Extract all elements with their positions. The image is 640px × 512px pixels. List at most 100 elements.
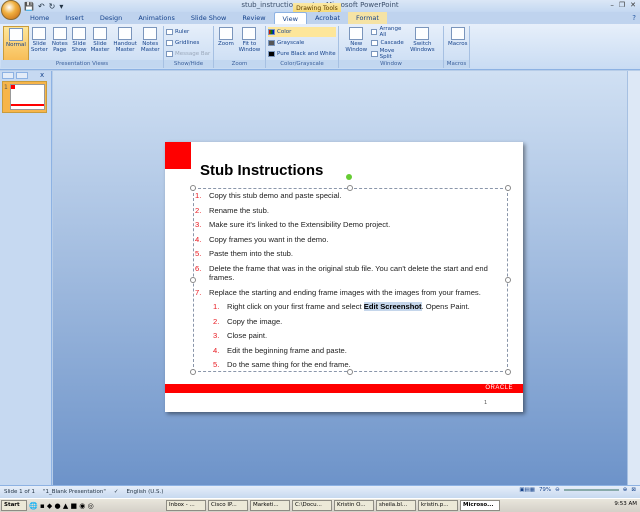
tab-design[interactable]: Design	[92, 12, 130, 24]
tab-animations[interactable]: Animations	[130, 12, 183, 24]
slide-title[interactable]: Stub Instructions	[200, 162, 323, 179]
list-text: Right click on your first frame and sele…	[227, 302, 470, 312]
slides-tab[interactable]	[2, 72, 14, 79]
spellcheck-icon[interactable]: ✓	[114, 489, 119, 495]
help-icon[interactable]: ?	[632, 14, 636, 22]
taskbar-item[interactable]: C:\Docu...	[292, 500, 332, 511]
label: Color	[277, 29, 292, 35]
group-window: New Window Arrange All Cascade Move Spli…	[339, 26, 444, 68]
list-number: 2.	[195, 205, 202, 215]
list-text: Make sure it's linked to the Extensibili…	[209, 220, 391, 229]
taskbar-item[interactable]: sheila.bl...	[376, 500, 416, 511]
tab-acrobat[interactable]: Acrobat	[307, 12, 348, 24]
taskbar-item[interactable]: Cisco IP...	[208, 500, 248, 511]
notes-page-icon	[52, 27, 67, 40]
zoom-slider[interactable]	[563, 489, 619, 491]
group-color-grayscale: Color Grayscale Pure Black and White Col…	[266, 26, 339, 68]
restore-button[interactable]: ❐	[619, 1, 625, 9]
group-show-hide: Ruler Gridlines Message Bar Show/Hide	[164, 26, 214, 68]
sub-list-item: 5. Do the same thing for the end frame.	[195, 360, 510, 370]
new-window-icon	[349, 27, 364, 40]
slides-pane	[0, 71, 52, 485]
pure-black-white-button[interactable]: Pure Black and White	[268, 49, 336, 59]
taskbar-item[interactable]: Marketi...	[250, 500, 290, 511]
list-number: 5.	[213, 360, 220, 369]
zoom-level[interactable]: 79%	[539, 487, 551, 493]
rotation-handle[interactable]	[346, 174, 352, 180]
label: Fit to Window	[238, 41, 261, 53]
list-text: Close paint.	[227, 331, 268, 340]
list-text: Copy this stub demo and paste special.	[209, 191, 342, 200]
grayscale-button[interactable]: Grayscale	[268, 38, 336, 48]
ribbon-tabs: Home Insert Design Animations Slide Show…	[0, 12, 640, 24]
fit-slide-button[interactable]: ⊠	[631, 487, 636, 493]
tab-review[interactable]: Review	[234, 12, 273, 24]
list-item: 3. Make sure it's linked to the Extensibi…	[195, 220, 510, 230]
cascade-button[interactable]: Cascade	[371, 38, 404, 48]
slide-count: Slide 1 of 1	[4, 489, 35, 495]
outline-tab[interactable]	[16, 72, 28, 79]
minimize-button[interactable]: –	[610, 1, 614, 9]
checkbox-icon	[166, 51, 173, 57]
group-label: Macros	[444, 60, 469, 68]
taskbar-item-active[interactable]: Microso...	[460, 500, 500, 511]
ribbon: Normal Slide Sorter Notes Page Slide Sho…	[0, 24, 640, 70]
arrange-all-button[interactable]: Arrange All	[371, 26, 403, 38]
list-text: Copy frames you want in the demo.	[209, 234, 329, 244]
list-text: Replace the starting and ending frame im…	[209, 287, 481, 297]
taskbar-item[interactable]: Kristin O...	[334, 500, 374, 511]
tab-slide-show[interactable]: Slide Show	[183, 12, 234, 24]
slide-sorter-icon	[32, 27, 47, 40]
tab-insert[interactable]: Insert	[57, 12, 92, 24]
black-white-icon	[268, 51, 275, 57]
list-text: Paste them into the stub.	[209, 249, 294, 258]
zoom-in-button[interactable]: ⊕	[623, 487, 628, 493]
quick-launch[interactable]: 🌐 ▪ ◆ ● ▲ ■ ◉ ◎	[29, 502, 164, 510]
footer-red-bar	[165, 384, 523, 393]
slide-page-number: 1	[484, 400, 488, 406]
ruler-checkbox[interactable]: Ruler	[166, 27, 210, 37]
close-pane-icon[interactable]: x	[40, 71, 44, 79]
group-label: Window	[339, 60, 443, 68]
list-number: 3.	[195, 220, 202, 229]
close-button[interactable]: ✕	[630, 1, 636, 9]
message-bar-checkbox[interactable]: Message Bar	[166, 49, 210, 59]
office-button[interactable]	[1, 0, 21, 20]
start-button[interactable]: Start	[1, 500, 27, 511]
language[interactable]: English (U.S.)	[127, 489, 164, 495]
tab-view[interactable]: View	[273, 12, 307, 24]
arrange-icon	[371, 29, 378, 35]
group-label: Zoom	[214, 60, 265, 68]
list-text: Do the same thing for the end frame.	[227, 360, 351, 369]
taskbar-item[interactable]: Inbox - ...	[166, 500, 206, 511]
label: Switch Windows	[410, 41, 435, 53]
list-item: 5. Paste them into the stub.	[195, 249, 510, 259]
checkbox-icon	[166, 29, 173, 35]
view-buttons[interactable]: ▣▤▦	[519, 487, 535, 493]
label: Macros	[448, 41, 468, 47]
taskbar: Start 🌐 ▪ ◆ ● ▲ ■ ◉ ◎ Inbox - ... Cisco …	[0, 498, 640, 512]
instructions-list: 1. Copy this stub demo and paste special.…	[195, 191, 510, 375]
list-number: 7.	[195, 287, 202, 297]
label: New Window	[345, 41, 368, 53]
move-split-button[interactable]: Move Split	[371, 48, 403, 60]
normal-view-icon	[8, 28, 23, 41]
label: Ruler	[175, 29, 190, 35]
gridlines-checkbox[interactable]: Gridlines	[166, 38, 210, 48]
vertical-scrollbar[interactable]	[627, 71, 640, 485]
taskbar-item[interactable]: kristin.p...	[418, 500, 458, 511]
label: Zoom	[218, 41, 234, 47]
label: Cascade	[380, 40, 404, 46]
zoom-out-button[interactable]: ⊖	[555, 487, 560, 493]
tab-format[interactable]: Format	[348, 12, 387, 24]
slide-thumbnail[interactable]	[10, 84, 45, 110]
split-icon	[371, 51, 378, 57]
slide: Stub Instructions 1. Copy this stub demo …	[165, 142, 523, 412]
tab-home[interactable]: Home	[22, 12, 57, 24]
list-number: 3.	[213, 331, 220, 340]
label: Slide Sorter	[30, 41, 48, 53]
group-zoom: Zoom Fit to Window Zoom	[214, 26, 266, 68]
color-button[interactable]: Color	[268, 27, 336, 37]
oracle-logo: ORACLE	[485, 385, 513, 391]
label: Gridlines	[175, 40, 200, 46]
